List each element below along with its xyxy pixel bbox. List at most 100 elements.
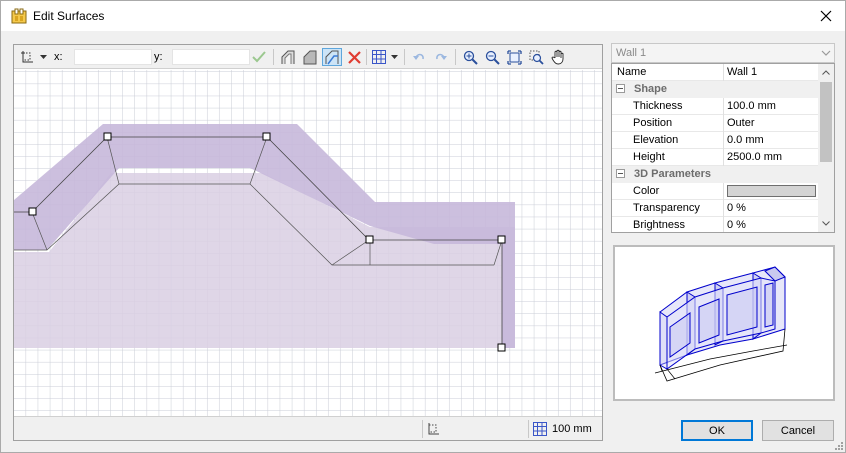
undo-icon [413,53,424,60]
title-bar: Edit Surfaces [1,1,845,31]
surface-tool-2-button[interactable] [300,48,320,66]
scroll-up-button[interactable] [821,67,831,77]
property-label: Brightness [633,219,685,231]
zoom-extents-button[interactable] [504,48,524,66]
x-coordinate-input[interactable] [74,49,152,65]
delete-icon [347,50,361,64]
undo-button[interactable] [409,48,429,66]
surface-tool-2-icon [303,50,317,65]
delete-button[interactable] [344,48,364,66]
vertex-handle [103,132,112,141]
dropdown-arrow-icon [39,54,47,59]
property-row-height[interactable]: Height 2500.0 mm [612,149,819,166]
y-label: y: [154,51,163,63]
property-label: Transparency [633,202,700,214]
collapse-icon[interactable] [616,84,625,93]
object-selector-value: Wall 1 [616,47,647,59]
scroll-thumb[interactable] [820,82,832,162]
pan-hand-icon [551,49,563,65]
property-label: Height [633,151,665,163]
collapse-icon[interactable] [616,169,625,178]
origin-dropdown-button[interactable] [38,48,48,66]
y-coordinate-input[interactable] [172,49,250,65]
color-swatch[interactable] [727,185,816,197]
category-shape[interactable]: Shape [612,81,819,98]
zoom-in-button[interactable] [460,48,480,66]
surface-tool-1-button[interactable] [278,48,298,66]
property-row-elevation[interactable]: Elevation 0.0 mm [612,132,819,149]
property-row-position[interactable]: Position Outer [612,115,819,132]
property-row-color[interactable]: Color [612,183,819,200]
zoom-extents-icon [506,49,522,65]
grid-size-label: 100 mm [552,423,592,435]
property-row-transparency[interactable]: Transparency 0 % [612,200,819,217]
drawing-canvas[interactable] [14,70,602,417]
category-label: Shape [634,83,668,95]
grid-icon [372,50,386,64]
surface-editor: x: y: 100 mm [13,44,603,441]
editor-toolbar: x: y: [14,45,602,69]
zoom-out-button[interactable] [482,48,502,66]
property-scrollbar[interactable] [818,64,834,232]
window-title: Edit Surfaces [33,9,105,23]
chevron-up-icon [822,69,830,75]
grid-icon [533,422,547,436]
property-label: Thickness [633,100,683,112]
property-row-brightness[interactable]: Brightness 0 % [612,217,819,232]
vertex-handle [497,343,506,352]
cancel-button[interactable]: Cancel [762,420,834,441]
property-grid: Name Wall 1 Shape Thickness 100.0 mm Pos… [611,63,835,233]
pan-button[interactable] [548,48,568,66]
vertex-handle [28,207,37,216]
vertex-handle [497,235,506,244]
zoom-window-button[interactable] [526,48,546,66]
property-label: Name [617,66,647,78]
property-value[interactable]: 0.0 mm [727,134,764,146]
accept-check-icon [252,51,266,63]
redo-button[interactable] [431,48,451,66]
dropdown-arrow-icon [390,54,398,59]
coordinate-origin-button[interactable] [18,48,36,66]
x-label: x: [54,51,63,63]
surface-tool-3-icon [325,50,339,65]
zoom-out-icon [485,50,500,65]
property-label: Position [633,117,673,129]
property-value[interactable]: 2500.0 mm [727,151,782,163]
property-value[interactable]: 0 % [727,219,746,231]
property-label: Color [633,185,660,197]
property-value[interactable]: 0 % [727,202,746,214]
vertex-handle [262,132,271,141]
property-value[interactable]: 100.0 mm [727,100,776,112]
chevron-down-icon [821,50,831,56]
property-row-thickness[interactable]: Thickness 100.0 mm [612,98,819,115]
edit-surfaces-dialog: Edit Surfaces x: y: 100 mm Wall 1 Name W… [0,0,846,453]
property-value[interactable]: Wall 1 [727,66,757,78]
3d-preview-drawing [654,266,788,382]
category-label: 3D Parameters [634,168,712,180]
coordinate-origin-icon [21,51,33,63]
surface-tool-1-icon [281,50,295,64]
grid-button[interactable] [370,48,388,66]
property-value[interactable]: Outer [727,117,755,129]
zoom-in-icon [463,50,478,65]
3d-preview[interactable] [613,245,835,401]
ok-button[interactable]: OK [681,420,753,441]
object-selector[interactable]: Wall 1 [611,43,835,63]
surface-tool-3-button[interactable] [322,48,342,66]
property-label: Elevation [633,134,679,146]
chevron-down-icon [822,220,830,226]
redo-icon [436,53,447,60]
accept-coordinates-button[interactable] [250,48,268,66]
zoom-window-icon [529,50,544,65]
category-3d-parameters[interactable]: 3D Parameters [612,166,819,183]
scroll-down-button[interactable] [821,218,831,228]
resize-grip-icon[interactable] [833,440,843,450]
status-bar: 100 mm [14,416,602,440]
property-row-name[interactable]: Name Wall 1 [612,64,819,81]
grid-dropdown-button[interactable] [389,48,399,66]
vertex-handle [365,235,374,244]
app-icon [11,8,27,24]
surface-drawing[interactable] [14,70,602,417]
close-button[interactable] [815,5,837,27]
close-icon [820,10,832,22]
